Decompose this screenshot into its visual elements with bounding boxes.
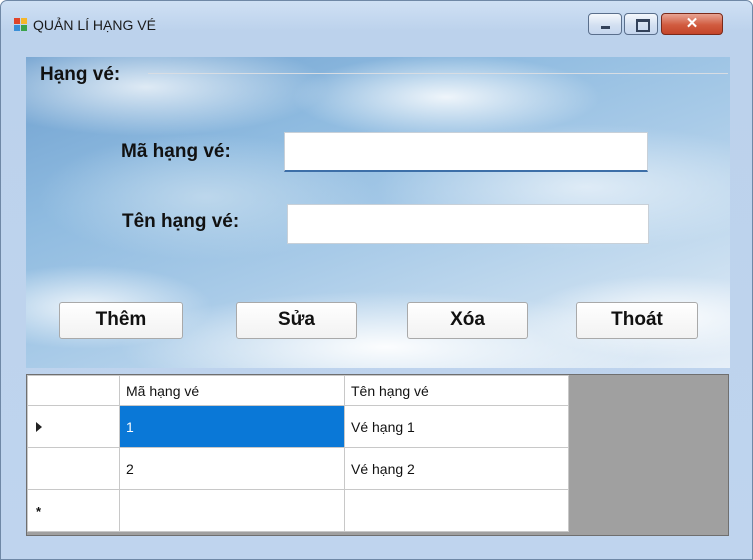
app-window: QUẢN LÍ HẠNG VÉ ✕ Hạng vé: Mã hạng vé: T…	[0, 0, 753, 560]
sua-button[interactable]: Sửa	[236, 302, 357, 339]
ten-hang-ve-label: Tên hạng vé:	[122, 211, 240, 232]
cell-ma-hang-ve[interactable]: 2	[119, 447, 345, 490]
ma-hang-ve-label: Mã hạng vé:	[121, 141, 231, 162]
cell-ten-hang-ve[interactable]	[344, 489, 569, 532]
minimize-button[interactable]	[588, 13, 622, 35]
maximize-icon	[636, 19, 650, 32]
xoa-button[interactable]: Xóa	[407, 302, 528, 339]
grid-header-row: Mã hạng vé Tên hạng vé	[27, 375, 569, 406]
maximize-button[interactable]	[624, 13, 658, 35]
close-button[interactable]: ✕	[661, 13, 723, 35]
minimize-icon	[601, 26, 610, 29]
thoat-button[interactable]: Thoát	[576, 302, 698, 339]
grid-corner-header[interactable]	[27, 375, 120, 406]
sky-background-panel: Hạng vé: Mã hạng vé: Tên hạng vé: Thêm S…	[26, 57, 730, 368]
new-row-marker: *	[36, 503, 42, 519]
cell-ma-hang-ve[interactable]: 1	[119, 405, 345, 448]
table-row[interactable]: 1 Vé hạng 1	[27, 405, 569, 448]
title-bar[interactable]: QUẢN LÍ HẠNG VÉ ✕	[1, 1, 752, 53]
cell-ma-hang-ve[interactable]	[119, 489, 345, 532]
current-row-arrow-icon	[36, 421, 42, 432]
column-header-ten-hang-ve[interactable]: Tên hạng vé	[344, 375, 569, 406]
grid-table: Mã hạng vé Tên hạng vé 1 Vé hạng 1 2 Vé …	[27, 375, 569, 532]
group-border	[148, 73, 728, 74]
ma-hang-ve-input[interactable]	[284, 132, 648, 172]
row-header[interactable]	[27, 405, 120, 448]
data-grid[interactable]: Mã hạng vé Tên hạng vé 1 Vé hạng 1 2 Vé …	[26, 374, 729, 536]
cell-ten-hang-ve[interactable]: Vé hạng 1	[344, 405, 569, 448]
ten-hang-ve-input[interactable]	[287, 204, 649, 244]
window-title: QUẢN LÍ HẠNG VÉ	[33, 17, 156, 33]
row-header[interactable]: *	[27, 489, 120, 532]
column-header-ma-hang-ve[interactable]: Mã hạng vé	[119, 375, 345, 406]
app-form-icon[interactable]	[14, 18, 28, 32]
cell-ten-hang-ve[interactable]: Vé hạng 2	[344, 447, 569, 490]
them-button[interactable]: Thêm	[59, 302, 183, 339]
group-label-hang-ve: Hạng vé:	[40, 64, 121, 85]
row-header[interactable]	[27, 447, 120, 490]
table-row[interactable]: 2 Vé hạng 2	[27, 447, 569, 490]
close-icon: ✕	[685, 15, 699, 32]
new-row[interactable]: *	[27, 489, 569, 532]
